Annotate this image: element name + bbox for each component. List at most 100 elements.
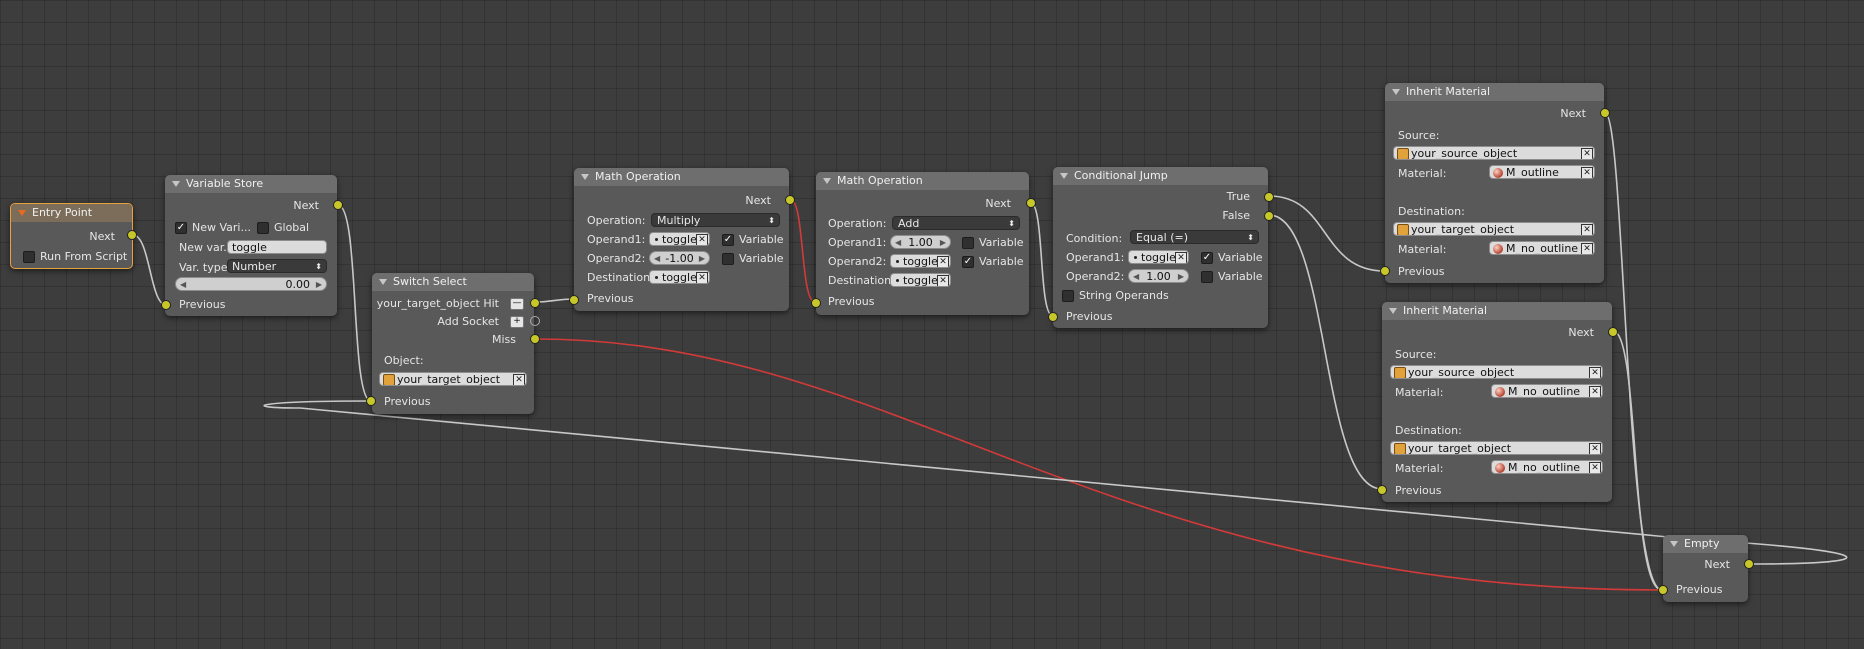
math2-previous-socket[interactable] (811, 298, 821, 308)
destination-object-picker[interactable]: your_target_object ✕ (1390, 441, 1603, 455)
destination-field[interactable]: toggle ✕ (890, 273, 951, 287)
clear-icon[interactable]: ✕ (1589, 367, 1601, 378)
entry-next-socket[interactable] (127, 230, 137, 240)
collapse-arrow-icon[interactable] (823, 178, 831, 184)
source-object-picker[interactable]: your_source_object ✕ (1393, 146, 1595, 160)
condition-select[interactable]: Equal (=) ⬍ (1130, 230, 1259, 244)
math1-next-socket[interactable] (785, 195, 795, 205)
switch-previous-socket[interactable] (366, 396, 376, 406)
source-object-picker[interactable]: your_source_object ✕ (1390, 365, 1603, 379)
increment-arrow-icon[interactable]: ▶ (1178, 270, 1184, 282)
source-material-picker[interactable]: M_no_outline ✕ (1491, 384, 1603, 398)
clear-icon[interactable]: ✕ (1175, 252, 1187, 263)
operand1-field[interactable]: ◀ 1.00 ▶ (890, 235, 951, 249)
increment-arrow-icon[interactable]: ▶ (940, 236, 946, 248)
inherit2-previous-socket[interactable] (1377, 485, 1387, 495)
switch-miss-socket[interactable] (530, 334, 540, 344)
node-header[interactable]: Math Operation (574, 168, 789, 186)
clear-icon[interactable]: ✕ (937, 256, 949, 267)
empty-node[interactable]: Empty Next Previous (1663, 535, 1748, 602)
empty-next-socket[interactable] (1744, 559, 1754, 569)
clear-icon[interactable]: ✕ (1581, 243, 1593, 254)
varstore-next-socket[interactable] (333, 200, 343, 210)
operand2-field[interactable]: toggle ✕ (890, 254, 951, 268)
math2-next-socket[interactable] (1026, 198, 1036, 208)
add-socket-button[interactable]: + (510, 316, 524, 328)
increment-arrow-icon[interactable]: ▶ (316, 278, 322, 290)
operand1-variable-checkbox[interactable]: ✓ Variable (1201, 251, 1263, 264)
string-operands-checkbox[interactable]: String Operands (1062, 289, 1169, 302)
empty-previous-socket[interactable] (1658, 585, 1668, 595)
link-true-to-inherit1[interactable] (1268, 195, 1386, 272)
collapse-arrow-icon[interactable] (1060, 173, 1068, 179)
node-header[interactable]: Inherit Material (1385, 83, 1604, 101)
checkbox-icon[interactable] (962, 237, 974, 249)
link-false-to-inherit2[interactable] (1268, 214, 1383, 490)
node-header[interactable]: Entry Point (11, 204, 132, 222)
source-material-picker[interactable]: M_outline ✕ (1489, 165, 1595, 179)
clear-icon[interactable]: ✕ (696, 272, 708, 283)
link-entry-to-varstore[interactable] (132, 234, 167, 306)
condjump-true-socket[interactable] (1264, 192, 1274, 202)
destination-object-picker[interactable]: your_target_object ✕ (1393, 222, 1595, 236)
condjump-previous-socket[interactable] (1048, 312, 1058, 322)
clear-icon[interactable]: ✕ (1581, 167, 1593, 178)
checkbox-icon[interactable]: ✓ (175, 222, 187, 234)
new-var-input[interactable]: toggle (227, 240, 327, 254)
clear-icon[interactable]: ✕ (1589, 386, 1601, 397)
collapse-arrow-icon[interactable] (1670, 541, 1678, 547)
checkbox-icon[interactable]: ✓ (722, 234, 734, 246)
link-inherit2-to-empty[interactable] (1612, 330, 1663, 591)
run-from-script-checkbox[interactable]: Run From Script (23, 250, 127, 263)
variable-store-node[interactable]: Variable Store Next ✓ New Vari... Global … (165, 175, 337, 316)
new-var-checkbox[interactable]: ✓ New Vari... (175, 221, 251, 234)
clear-icon[interactable]: ✕ (1589, 443, 1601, 454)
collapse-arrow-icon[interactable] (18, 210, 26, 216)
varstore-previous-socket[interactable] (161, 300, 171, 310)
inherit2-next-socket[interactable] (1608, 327, 1618, 337)
decrement-arrow-icon[interactable]: ◀ (895, 236, 901, 248)
node-header[interactable]: Inherit Material (1382, 302, 1612, 320)
operand1-field[interactable]: toggle ✕ (1128, 250, 1189, 264)
clear-icon[interactable]: ✕ (513, 374, 525, 385)
collapse-arrow-icon[interactable] (1392, 89, 1400, 95)
decrement-arrow-icon[interactable]: ◀ (654, 252, 660, 264)
node-header[interactable]: Empty (1663, 535, 1748, 553)
node-header[interactable]: Conditional Jump (1053, 167, 1268, 185)
clear-icon[interactable]: ✕ (1581, 224, 1593, 235)
decrement-arrow-icon[interactable]: ◀ (180, 278, 186, 290)
clear-icon[interactable]: ✕ (937, 275, 949, 286)
clear-icon[interactable]: ✕ (696, 234, 708, 245)
node-header[interactable]: Switch Select (372, 273, 534, 291)
global-checkbox[interactable]: Global (257, 221, 309, 234)
collapse-arrow-icon[interactable] (172, 181, 180, 187)
operand2-variable-checkbox[interactable]: Variable (1201, 270, 1263, 283)
operand1-field[interactable]: toggle ✕ (649, 232, 710, 246)
checkbox-icon[interactable] (1062, 290, 1074, 302)
entry-point-node[interactable]: Entry Point Next Run From Script (10, 203, 133, 269)
link-inherit1-to-empty[interactable] (1604, 112, 1663, 591)
operand2-field[interactable]: ◀ -1.00 ▶ (649, 251, 710, 265)
operand1-variable-checkbox[interactable]: Variable (962, 236, 1024, 249)
node-header[interactable]: Variable Store (165, 175, 337, 193)
var-type-select[interactable]: Number ⬍ (227, 259, 327, 273)
checkbox-icon[interactable]: ✓ (962, 256, 974, 268)
link-math2-to-condjump[interactable] (1029, 201, 1054, 317)
math1-previous-socket[interactable] (569, 295, 579, 305)
inherit1-next-socket[interactable] (1600, 108, 1610, 118)
checkbox-icon[interactable] (23, 251, 35, 263)
operand1-variable-checkbox[interactable]: ✓ Variable (722, 233, 784, 246)
checkbox-icon[interactable] (1201, 271, 1213, 283)
object-picker[interactable]: your_target_object ✕ (379, 372, 527, 386)
conditional-jump-node[interactable]: Conditional Jump True False Condition: E… (1053, 167, 1268, 328)
operand2-variable-checkbox[interactable]: Variable (722, 252, 784, 265)
collapse-arrow-icon[interactable] (379, 279, 387, 285)
clear-icon[interactable]: ✕ (1589, 462, 1601, 473)
remove-socket-button[interactable]: — (510, 298, 524, 310)
operation-select[interactable]: Multiply ⬍ (651, 213, 780, 227)
inherit-material-node-2[interactable]: Inherit Material Next Source: your_sourc… (1382, 302, 1612, 502)
destination-field[interactable]: toggle ✕ (649, 270, 710, 284)
operand2-field[interactable]: ◀ 1.00 ▶ (1128, 269, 1189, 283)
operation-select[interactable]: Add ⬍ (892, 216, 1020, 230)
inherit-material-node-1[interactable]: Inherit Material Next Source: your_sourc… (1385, 83, 1604, 283)
